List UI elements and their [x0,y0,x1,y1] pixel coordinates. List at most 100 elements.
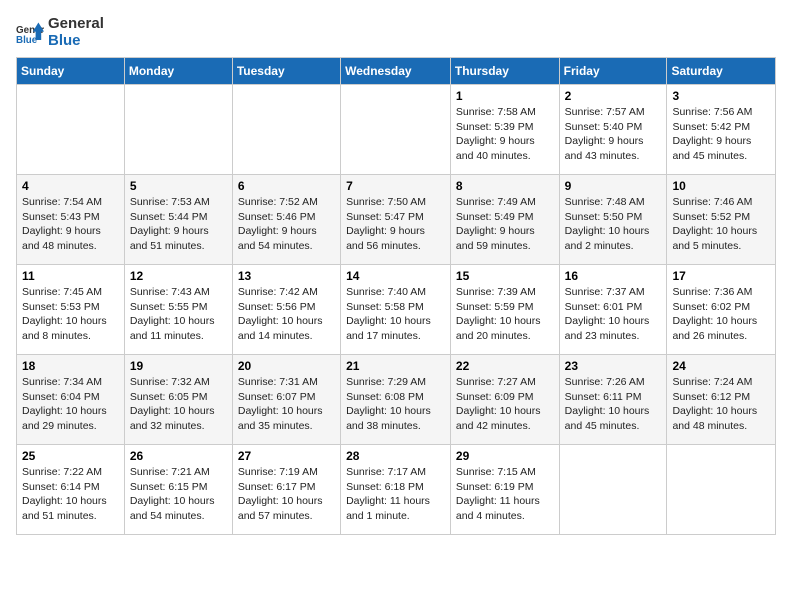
calendar-cell: 8 Sunrise: 7:49 AMSunset: 5:49 PMDaylight… [450,175,559,265]
day-number: 6 [238,179,335,193]
day-info: Sunrise: 7:53 AMSunset: 5:44 PMDaylight:… [130,195,227,254]
column-header-thursday: Thursday [450,58,559,85]
calendar-cell: 10 Sunrise: 7:46 AMSunset: 5:52 PMDayligh… [667,175,776,265]
calendar-cell: 4 Sunrise: 7:54 AMSunset: 5:43 PMDaylight… [17,175,125,265]
calendar-cell: 13 Sunrise: 7:42 AMSunset: 5:56 PMDayligh… [232,265,340,355]
calendar-cell: 6 Sunrise: 7:52 AMSunset: 5:46 PMDaylight… [232,175,340,265]
day-info: Sunrise: 7:17 AMSunset: 6:18 PMDaylight:… [346,465,445,524]
day-info: Sunrise: 7:58 AMSunset: 5:39 PMDaylight:… [456,105,554,164]
day-info: Sunrise: 7:36 AMSunset: 6:02 PMDaylight:… [672,285,770,344]
day-info: Sunrise: 7:22 AMSunset: 6:14 PMDaylight:… [22,465,119,524]
calendar-header-row: SundayMondayTuesdayWednesdayThursdayFrid… [17,58,776,85]
day-number: 13 [238,269,335,283]
calendar-cell [124,85,232,175]
day-info: Sunrise: 7:46 AMSunset: 5:52 PMDaylight:… [672,195,770,254]
day-number: 11 [22,269,119,283]
calendar-cell: 21Sunrise: 7:29 AMSunset: 6:08 PMDayligh… [341,355,451,445]
calendar-cell: 14 Sunrise: 7:40 AMSunset: 5:58 PMDayligh… [341,265,451,355]
day-number: 16 [565,269,662,283]
calendar-cell: 27 Sunrise: 7:19 AMSunset: 6:17 PMDayligh… [232,445,340,535]
day-number: 20 [238,359,335,373]
calendar-cell: 16 Sunrise: 7:37 AMSunset: 6:01 PMDayligh… [559,265,667,355]
logo-general: General [48,16,104,33]
day-info: Sunrise: 7:27 AMSunset: 6:09 PMDaylight:… [456,375,554,434]
logo: General Blue General Blue [16,16,104,49]
day-info: Sunrise: 7:32 AMSunset: 6:05 PMDaylight:… [130,375,227,434]
day-number: 8 [456,179,554,193]
day-number: 23 [565,359,662,373]
day-number: 21 [346,359,445,373]
calendar-cell [17,85,125,175]
calendar-cell: 23 Sunrise: 7:26 AMSunset: 6:11 PMDayligh… [559,355,667,445]
calendar-cell: 24 Sunrise: 7:24 AMSunset: 6:12 PMDayligh… [667,355,776,445]
calendar-cell [341,85,451,175]
day-number: 24 [672,359,770,373]
calendar-cell [667,445,776,535]
day-number: 9 [565,179,662,193]
day-info: Sunrise: 7:34 AMSunset: 6:04 PMDaylight:… [22,375,119,434]
calendar-table: SundayMondayTuesdayWednesdayThursdayFrid… [16,57,776,535]
calendar-cell [559,445,667,535]
calendar-cell: 11Sunrise: 7:45 AMSunset: 5:53 PMDayligh… [17,265,125,355]
day-number: 2 [565,89,662,103]
day-info: Sunrise: 7:24 AMSunset: 6:12 PMDaylight:… [672,375,770,434]
column-header-wednesday: Wednesday [341,58,451,85]
calendar-cell: 29 Sunrise: 7:15 AMSunset: 6:19 PMDayligh… [450,445,559,535]
day-info: Sunrise: 7:57 AMSunset: 5:40 PMDaylight:… [565,105,662,164]
column-header-tuesday: Tuesday [232,58,340,85]
calendar-week-row: 4 Sunrise: 7:54 AMSunset: 5:43 PMDaylight… [17,175,776,265]
day-number: 18 [22,359,119,373]
day-number: 26 [130,449,227,463]
day-info: Sunrise: 7:42 AMSunset: 5:56 PMDaylight:… [238,285,335,344]
calendar-week-row: 25 Sunrise: 7:22 AMSunset: 6:14 PMDayligh… [17,445,776,535]
calendar-cell: 19 Sunrise: 7:32 AMSunset: 6:05 PMDayligh… [124,355,232,445]
column-header-monday: Monday [124,58,232,85]
calendar-cell: 7 Sunrise: 7:50 AMSunset: 5:47 PMDaylight… [341,175,451,265]
day-info: Sunrise: 7:43 AMSunset: 5:55 PMDaylight:… [130,285,227,344]
calendar-cell: 5 Sunrise: 7:53 AMSunset: 5:44 PMDaylight… [124,175,232,265]
calendar-cell: 22 Sunrise: 7:27 AMSunset: 6:09 PMDayligh… [450,355,559,445]
day-number: 25 [22,449,119,463]
day-number: 10 [672,179,770,193]
day-number: 29 [456,449,554,463]
calendar-cell: 28 Sunrise: 7:17 AMSunset: 6:18 PMDayligh… [341,445,451,535]
calendar-cell: 18 Sunrise: 7:34 AMSunset: 6:04 PMDayligh… [17,355,125,445]
day-number: 27 [238,449,335,463]
day-number: 4 [22,179,119,193]
day-number: 17 [672,269,770,283]
day-info: Sunrise: 7:21 AMSunset: 6:15 PMDaylight:… [130,465,227,524]
calendar-cell [232,85,340,175]
day-number: 12 [130,269,227,283]
page-header: General Blue General Blue [16,16,776,49]
day-number: 15 [456,269,554,283]
day-info: Sunrise: 7:40 AMSunset: 5:58 PMDaylight:… [346,285,445,344]
day-number: 5 [130,179,227,193]
day-number: 7 [346,179,445,193]
day-info: Sunrise: 7:52 AMSunset: 5:46 PMDaylight:… [238,195,335,254]
day-info: Sunrise: 7:54 AMSunset: 5:43 PMDaylight:… [22,195,119,254]
day-info: Sunrise: 7:50 AMSunset: 5:47 PMDaylight:… [346,195,445,254]
day-number: 14 [346,269,445,283]
day-number: 28 [346,449,445,463]
day-info: Sunrise: 7:56 AMSunset: 5:42 PMDaylight:… [672,105,770,164]
day-number: 1 [456,89,554,103]
calendar-cell: 17 Sunrise: 7:36 AMSunset: 6:02 PMDayligh… [667,265,776,355]
day-info: Sunrise: 7:15 AMSunset: 6:19 PMDaylight:… [456,465,554,524]
day-info: Sunrise: 7:26 AMSunset: 6:11 PMDaylight:… [565,375,662,434]
day-info: Sunrise: 7:19 AMSunset: 6:17 PMDaylight:… [238,465,335,524]
day-info: Sunrise: 7:49 AMSunset: 5:49 PMDaylight:… [456,195,554,254]
column-header-friday: Friday [559,58,667,85]
day-info: Sunrise: 7:37 AMSunset: 6:01 PMDaylight:… [565,285,662,344]
day-number: 3 [672,89,770,103]
calendar-cell: 26 Sunrise: 7:21 AMSunset: 6:15 PMDayligh… [124,445,232,535]
calendar-cell: 1 Sunrise: 7:58 AMSunset: 5:39 PMDaylight… [450,85,559,175]
calendar-cell: 2 Sunrise: 7:57 AMSunset: 5:40 PMDaylight… [559,85,667,175]
calendar-cell: 12 Sunrise: 7:43 AMSunset: 5:55 PMDayligh… [124,265,232,355]
logo-icon: General Blue [16,19,44,47]
day-number: 19 [130,359,227,373]
column-header-saturday: Saturday [667,58,776,85]
day-info: Sunrise: 7:31 AMSunset: 6:07 PMDaylight:… [238,375,335,434]
day-number: 22 [456,359,554,373]
calendar-cell: 25 Sunrise: 7:22 AMSunset: 6:14 PMDayligh… [17,445,125,535]
calendar-week-row: 11Sunrise: 7:45 AMSunset: 5:53 PMDayligh… [17,265,776,355]
